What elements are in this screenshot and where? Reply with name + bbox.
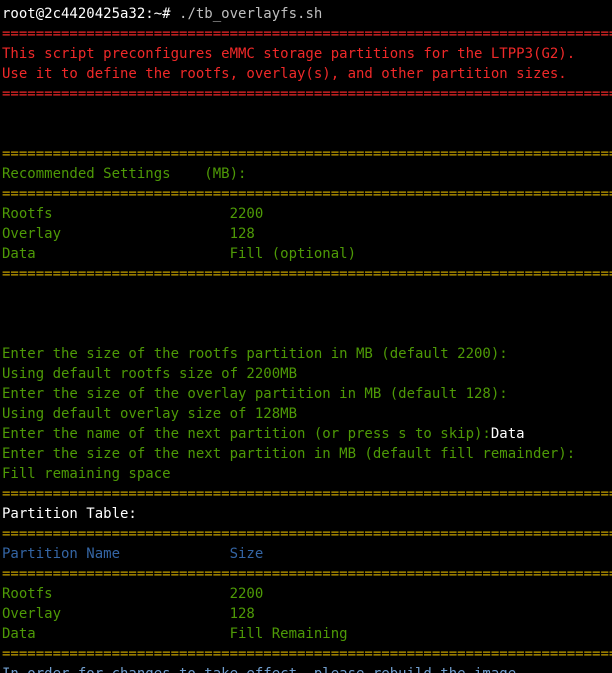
row-overlay-size: 128: [230, 606, 255, 622]
rec-rootfs-label: Rootfs: [2, 206, 230, 222]
row-data-size: Fill Remaining: [230, 626, 348, 642]
table-title: Partition Table:: [2, 506, 137, 522]
col-header-size: Size: [230, 546, 264, 562]
col-header-name: Partition Name: [2, 546, 230, 562]
intro-line-1: This script preconfigures eMMC storage p…: [2, 46, 575, 62]
shell-command: ./tb_overlayfs.sh: [179, 6, 322, 22]
rec-data-label: Data: [2, 246, 230, 262]
result-rootfs: Using default rootfs size of 2200MB: [2, 366, 297, 382]
rec-rootfs-value: 2200: [230, 206, 264, 222]
prompt-partition-name: Enter the name of the next partition (or…: [2, 426, 491, 442]
row-rootfs-size: 2200: [230, 586, 264, 602]
prompt-partition-size: Enter the size of the next partition in …: [2, 446, 575, 462]
final-message: In order for changes to take effect, ple…: [2, 666, 525, 673]
result-fill: Fill remaining space: [2, 466, 171, 482]
row-rootfs-name: Rootfs: [2, 586, 230, 602]
prompt-rootfs-size: Enter the size of the rootfs partition i…: [2, 346, 508, 362]
rule: ========================================…: [2, 486, 612, 502]
row-data-name: Data: [2, 626, 230, 642]
rule: ========================================…: [2, 86, 612, 102]
rule: ========================================…: [2, 186, 612, 202]
rec-overlay-value: 128: [230, 226, 255, 242]
intro-line-2: Use it to define the rootfs, overlay(s),…: [2, 66, 567, 82]
result-overlay: Using default overlay size of 128MB: [2, 406, 297, 422]
rule: ========================================…: [2, 146, 612, 162]
terminal[interactable]: root@2c4420425a32:~# ./tb_overlayfs.sh =…: [0, 0, 612, 673]
rec-data-value: Fill (optional): [230, 246, 356, 262]
user-input-name: Data: [491, 426, 525, 442]
rule: ========================================…: [2, 26, 612, 42]
row-overlay-name: Overlay: [2, 606, 230, 622]
prompt-overlay-size: Enter the size of the overlay partition …: [2, 386, 508, 402]
rule: ========================================…: [2, 646, 612, 662]
rec-overlay-label: Overlay: [2, 226, 230, 242]
rule: ========================================…: [2, 566, 612, 582]
shell-prompt: root@2c4420425a32:~#: [2, 6, 171, 22]
recommended-header: Recommended Settings (MB):: [2, 166, 246, 182]
rule: ========================================…: [2, 526, 612, 542]
rule: ========================================…: [2, 266, 612, 282]
